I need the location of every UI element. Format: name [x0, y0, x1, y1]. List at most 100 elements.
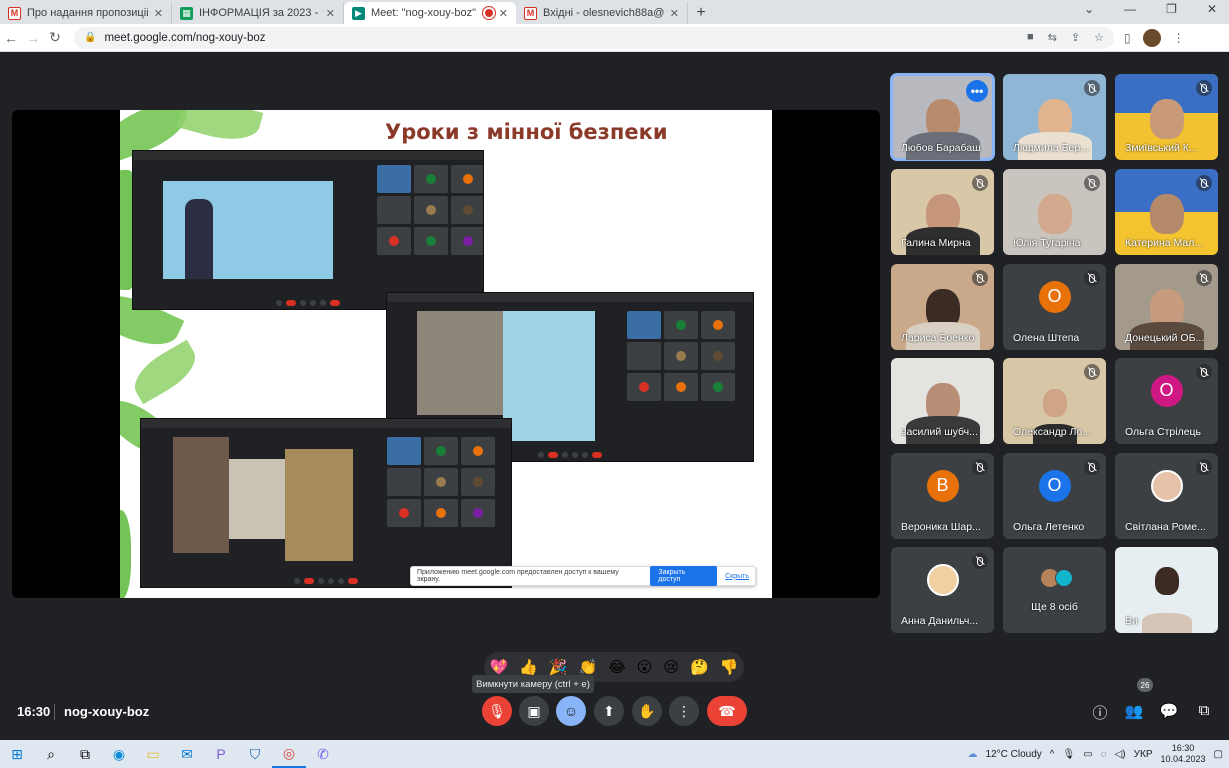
chat-icon[interactable]: 💬: [1159, 702, 1179, 720]
language-indicator[interactable]: УКР: [1134, 749, 1153, 760]
reaction-clap[interactable]: 👏: [579, 658, 598, 676]
restore-icon[interactable]: ❐: [1166, 2, 1177, 16]
reaction-surprised[interactable]: 😮: [637, 658, 653, 676]
present-screen-button[interactable]: ⬆: [594, 696, 624, 726]
back-icon[interactable]: ←: [0, 30, 22, 46]
profile-avatar[interactable]: [1142, 28, 1161, 47]
volume-icon[interactable]: ◁): [1115, 749, 1126, 760]
bookmark-star-icon[interactable]: ☆: [1094, 31, 1104, 44]
tab-search-icon[interactable]: ⌄: [1084, 2, 1094, 16]
close-icon[interactable]: ✕: [670, 7, 679, 20]
participant-initial-avatar: О: [1038, 280, 1071, 313]
menu-icon[interactable]: ⋮: [1173, 31, 1185, 45]
mini-tile: [414, 165, 448, 193]
viber-icon[interactable]: ✆: [306, 746, 340, 763]
address-bar: ← → ↻ 🔒 meet.google.com/nog-xouy-boz ■ ⇆…: [0, 24, 1229, 52]
self-tile[interactable]: Ви: [1115, 547, 1218, 633]
meeting-details-icon[interactable]: ⓘ: [1090, 702, 1110, 723]
reaction-thinking[interactable]: 🤔: [690, 658, 709, 676]
browser-tab[interactable]: M Про надання пропозицій 10.04 ✕: [0, 2, 172, 24]
forward-icon[interactable]: →: [22, 30, 44, 46]
browser-tab[interactable]: ▦ ІНФОРМАЦІЯ за 2023 - Google ✕: [172, 2, 344, 24]
reaction-laugh[interactable]: 😂: [608, 658, 626, 676]
participant-tile[interactable]: Олександр Ло...: [1003, 358, 1106, 444]
leave-call-button[interactable]: ☎: [707, 696, 747, 726]
participant-tile[interactable]: О Ольга Летенко: [1003, 453, 1106, 539]
participant-tile[interactable]: Світлана Роме...: [1115, 453, 1218, 539]
close-icon[interactable]: ✕: [499, 7, 508, 20]
defender-icon[interactable]: ⛉: [238, 746, 272, 763]
omnibox-actions: ■ ⇆ ⇪ ☆: [1027, 31, 1104, 44]
participant-name: Вероника Шар...: [901, 521, 981, 533]
tray-chevron-icon[interactable]: ^: [1050, 749, 1055, 760]
reaction-thumbs-up[interactable]: 👍: [519, 658, 538, 676]
share-icon[interactable]: ⇪: [1071, 31, 1080, 44]
mini-tile: [377, 165, 411, 193]
participant-tile[interactable]: ••• Любов Барабаш: [890, 73, 995, 161]
participant-tile[interactable]: Юлія Тугаріна: [1003, 169, 1106, 255]
participant-tile[interactable]: Людмила Бер...: [1003, 74, 1106, 160]
url-text: meet.google.com/nog-xouy-boz: [104, 31, 266, 44]
more-options-icon[interactable]: •••: [966, 80, 988, 102]
close-icon[interactable]: ✕: [326, 7, 335, 20]
side-panel-icon[interactable]: ▯: [1124, 31, 1131, 45]
screenshot-video: [229, 459, 285, 539]
mic-toggle-button[interactable]: 🎙: [482, 696, 512, 726]
participant-tile[interactable]: О Ольга Стрілець: [1115, 358, 1218, 444]
reaction-heart[interactable]: 💖: [490, 658, 509, 676]
participant-tile[interactable]: В Вероника Шар...: [891, 453, 994, 539]
mic-off-icon: [1084, 459, 1100, 475]
mini-tile: [461, 499, 495, 527]
reaction-party[interactable]: 🎉: [549, 658, 568, 676]
mini-tile: [664, 342, 698, 370]
participant-tile[interactable]: василий шубч...: [891, 358, 994, 444]
weather-text[interactable]: 12°C Cloudy: [986, 749, 1042, 760]
participant-tile[interactable]: О Олена Штепа: [1003, 264, 1106, 350]
url-field[interactable]: 🔒 meet.google.com/nog-xouy-boz ■ ⇆ ⇪ ☆: [74, 26, 1114, 49]
activities-icon[interactable]: ⧉: [1194, 702, 1214, 719]
minimize-icon[interactable]: —: [1124, 2, 1136, 16]
mini-avatar: [463, 174, 473, 184]
mail-icon[interactable]: ✉: [170, 746, 204, 763]
reaction-thumbs-down[interactable]: 👎: [720, 658, 739, 676]
camera-permission-icon[interactable]: ■: [1027, 31, 1034, 44]
mini-avatar: [676, 320, 686, 330]
participant-tile[interactable]: Змиївський К...: [1115, 74, 1218, 160]
windows-start-icon[interactable]: ⊞: [0, 746, 34, 763]
mini-tile: [377, 196, 411, 224]
close-icon[interactable]: ✕: [154, 7, 163, 20]
participant-tile-overflow[interactable]: Ще 8 осіб: [1003, 547, 1106, 633]
hide-notice-link[interactable]: Скрыть: [725, 573, 749, 580]
camera-toggle-button[interactable]: ▣: [519, 696, 549, 726]
participant-tile[interactable]: Донецький ОБ...: [1115, 264, 1218, 350]
participant-tile[interactable]: Катерина Мал...: [1115, 169, 1218, 255]
translate-icon[interactable]: ⇆: [1048, 31, 1057, 44]
browser-tab-active[interactable]: ▶ Meet: "nog-xouy-boz" ✕: [344, 2, 516, 24]
lock-icon[interactable]: 🔒: [84, 32, 96, 43]
mini-avatar: [463, 205, 473, 215]
reactions-button[interactable]: ☺: [556, 696, 586, 726]
search-icon[interactable]: ⌕: [34, 746, 68, 763]
raise-hand-button[interactable]: ✋: [632, 696, 662, 726]
notifications-icon[interactable]: ▢: [1214, 749, 1223, 760]
publisher-icon[interactable]: P: [204, 746, 238, 762]
participant-name: Ще 8 осіб: [1031, 601, 1078, 613]
people-icon[interactable]: 👥: [1124, 702, 1144, 720]
reaction-sad[interactable]: 😢: [663, 658, 679, 676]
edge-icon[interactable]: ◉: [102, 746, 136, 763]
stop-sharing-button[interactable]: Закрыть доступ: [650, 566, 718, 586]
chrome-icon[interactable]: ◎: [272, 740, 306, 768]
task-view-icon[interactable]: ⧉: [68, 746, 102, 763]
participant-tile[interactable]: Лариса Боенко: [891, 264, 994, 350]
participant-tile[interactable]: Галина Мирна: [891, 169, 994, 255]
battery-icon[interactable]: ▭: [1083, 749, 1092, 760]
close-window-icon[interactable]: ✕: [1207, 2, 1217, 16]
more-options-button[interactable]: ⋮: [669, 696, 699, 726]
network-icon[interactable]: ◌: [1101, 749, 1107, 760]
reload-icon[interactable]: ↻: [44, 29, 66, 46]
clock[interactable]: 16:30 10.04.2023: [1161, 743, 1206, 765]
participant-tile[interactable]: Анна Данильч...: [891, 547, 994, 633]
browser-tab[interactable]: M Вхідні - olesnevich88a@gmail.co ✕: [516, 2, 688, 24]
file-explorer-icon[interactable]: ▭: [136, 746, 170, 763]
new-tab-button[interactable]: +: [688, 2, 714, 24]
